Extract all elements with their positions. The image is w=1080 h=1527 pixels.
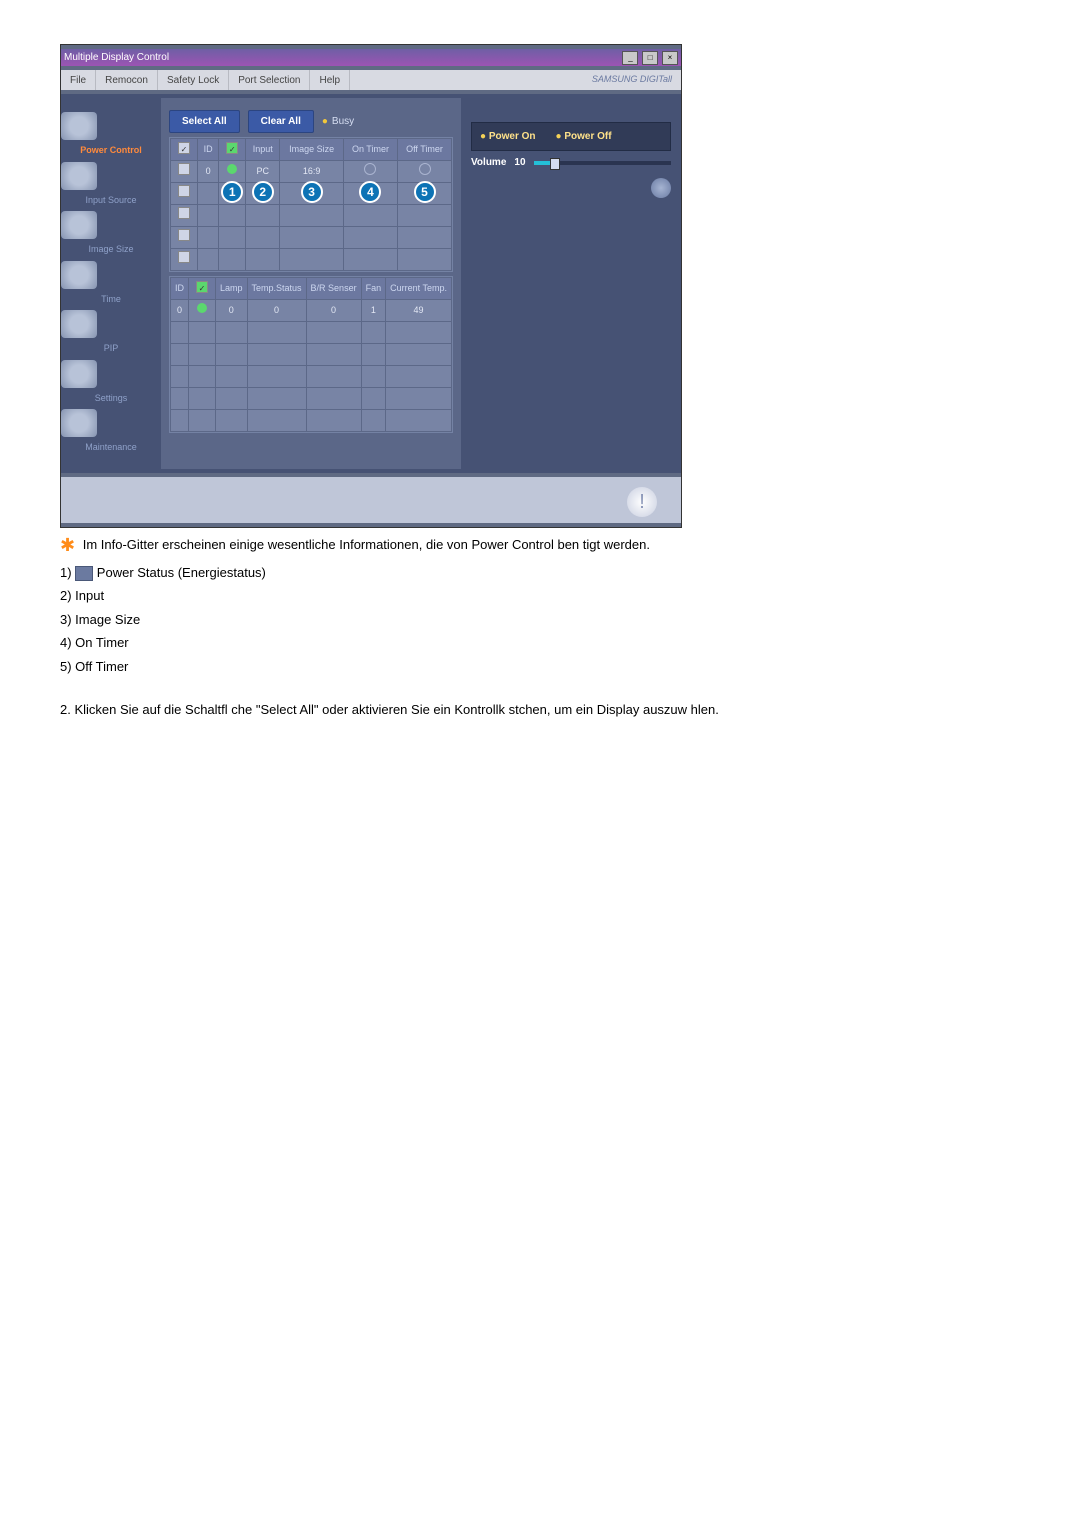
right-panel: Power On Power Off Volume 10 bbox=[461, 98, 681, 469]
table-row[interactable]: 0 PC 16:9 bbox=[171, 161, 452, 183]
table-row[interactable] bbox=[171, 322, 452, 344]
maintenance-icon bbox=[61, 409, 97, 437]
time-icon bbox=[61, 261, 97, 289]
table-row[interactable]: 0 0 0 0 1 49 bbox=[171, 300, 452, 322]
menu-remocon[interactable]: Remocon bbox=[96, 70, 158, 90]
status-dot-icon bbox=[227, 164, 237, 174]
menu-safety-lock[interactable]: Safety Lock bbox=[158, 70, 229, 90]
volume-slider[interactable] bbox=[534, 161, 671, 165]
header-status-icon bbox=[226, 142, 238, 154]
menu-file[interactable]: File bbox=[61, 70, 96, 90]
timer-off-icon bbox=[364, 163, 376, 175]
power-on-button[interactable]: Power On bbox=[480, 129, 536, 144]
power-icon bbox=[61, 112, 97, 140]
speaker-icon[interactable] bbox=[651, 178, 671, 198]
window-buttons: _ □ × bbox=[621, 50, 678, 65]
menu-help[interactable]: Help bbox=[310, 70, 350, 90]
callout-5: 5 bbox=[414, 181, 436, 203]
sidebar-item-power-control[interactable]: Power Control bbox=[61, 112, 161, 158]
main-panel: Select All Clear All Busy ID Input Image… bbox=[161, 98, 461, 469]
menu-port-selection[interactable]: Port Selection bbox=[229, 70, 310, 90]
callout-2: 2 bbox=[252, 181, 274, 203]
row-check-icon[interactable] bbox=[178, 163, 190, 175]
sidebar-item-maintenance[interactable]: Maintenance bbox=[61, 409, 161, 455]
volume-label: Volume bbox=[471, 155, 506, 170]
gear-icon bbox=[61, 360, 97, 388]
sidebar: Power Control Input Source Image Size Ti… bbox=[61, 98, 161, 469]
volume-value: 10 bbox=[514, 155, 525, 170]
doc-item-5: 5) Off Timer bbox=[60, 657, 1020, 677]
table-row[interactable] bbox=[171, 227, 452, 249]
star-icon: ✱ bbox=[60, 535, 75, 555]
sidebar-item-time[interactable]: Time bbox=[61, 261, 161, 307]
table-row[interactable] bbox=[171, 249, 452, 271]
close-icon[interactable]: × bbox=[662, 51, 678, 65]
doc-second: 2. Klicken Sie auf die Schaltfl che "Sel… bbox=[60, 700, 1020, 720]
volume-control: Volume 10 bbox=[471, 155, 671, 170]
sidebar-item-image-size[interactable]: Image Size bbox=[61, 211, 161, 257]
input-icon bbox=[61, 162, 97, 190]
info-grid: ID Input Image Size On Timer Off Timer 0… bbox=[169, 137, 453, 272]
doc-item-1: 1) Power Status (Energiestatus) bbox=[60, 563, 1020, 583]
header-status-icon bbox=[196, 281, 208, 293]
image-size-icon bbox=[61, 211, 97, 239]
doc-item-3: 3) Image Size bbox=[60, 610, 1020, 630]
table-row[interactable] bbox=[171, 366, 452, 388]
doc-intro: ✱ Im Info-Gitter erscheinen einige wesen… bbox=[60, 532, 1020, 559]
doc-item-2: 2) Input bbox=[60, 586, 1020, 606]
sidebar-item-settings[interactable]: Settings bbox=[61, 360, 161, 406]
table-row[interactable] bbox=[171, 388, 452, 410]
busy-indicator: Busy bbox=[322, 114, 354, 129]
status-dot-icon bbox=[197, 303, 207, 313]
sidebar-item-input-source[interactable]: Input Source bbox=[61, 162, 161, 208]
callout-4: 4 bbox=[359, 181, 381, 203]
power-status-icon bbox=[75, 566, 93, 581]
table-header-row: ID Lamp Temp.Status B/R Senser Fan Curre… bbox=[171, 278, 452, 300]
warning-icon: ! bbox=[627, 487, 657, 517]
select-all-button[interactable]: Select All bbox=[169, 110, 240, 133]
table-row[interactable] bbox=[171, 410, 452, 432]
doc-item-4: 4) On Timer bbox=[60, 633, 1020, 653]
timer-off-icon bbox=[419, 163, 431, 175]
power-off-button[interactable]: Power Off bbox=[556, 129, 612, 144]
pip-icon bbox=[61, 310, 97, 338]
brand-label: SAMSUNG DIGITall bbox=[583, 70, 681, 90]
status-grid: ID Lamp Temp.Status B/R Senser Fan Curre… bbox=[169, 276, 453, 433]
window-title: Multiple Display Control bbox=[64, 50, 169, 65]
app-window: Multiple Display Control _ □ × File Remo… bbox=[60, 44, 682, 528]
clear-all-button[interactable]: Clear All bbox=[248, 110, 314, 133]
titlebar: Multiple Display Control _ □ × bbox=[61, 49, 681, 66]
menubar: File Remocon Safety Lock Port Selection … bbox=[61, 70, 681, 90]
minimize-icon[interactable]: _ bbox=[622, 51, 638, 65]
header-check-icon[interactable] bbox=[178, 142, 190, 154]
callout-1: 1 bbox=[221, 181, 243, 203]
table-row[interactable] bbox=[171, 344, 452, 366]
maximize-icon[interactable]: □ bbox=[642, 51, 658, 65]
callout-3: 3 bbox=[301, 181, 323, 203]
footer-bar: ! bbox=[61, 477, 681, 523]
callout-row: 1 2 3 4 5 bbox=[171, 183, 452, 205]
table-row[interactable] bbox=[171, 205, 452, 227]
table-header-row: ID Input Image Size On Timer Off Timer bbox=[171, 139, 452, 161]
power-box: Power On Power Off bbox=[471, 122, 671, 151]
sidebar-item-pip[interactable]: PIP bbox=[61, 310, 161, 356]
